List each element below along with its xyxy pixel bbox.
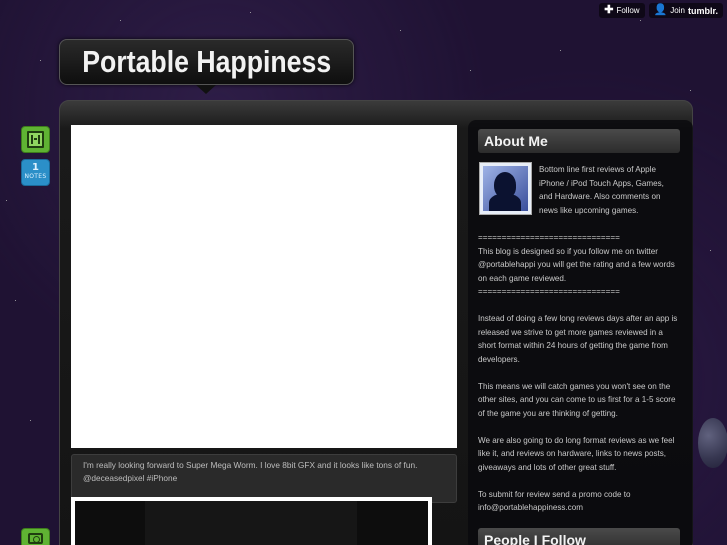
photo-post-badge[interactable] [21,528,50,545]
caption-tags[interactable]: @deceasedpixel #iPhone [83,472,445,485]
divider-bottom: ============================== [478,287,620,296]
space-rock-decoration [698,418,727,468]
people-i-follow-heading: People I Follow [478,528,680,545]
photo-post-image[interactable] [71,497,432,545]
follow-label: Follow [616,6,640,15]
camera-icon [28,533,43,544]
video-player[interactable] [71,125,457,448]
film-icon [27,131,44,148]
join-label: Join [670,6,685,15]
about-intro: Bottom line first reviews of Apple iPhon… [539,165,664,215]
plus-icon: ✚ [604,4,614,16]
video-post-badge[interactable] [21,126,50,153]
notes-count: 1 [32,162,39,173]
title-pointer [196,85,216,94]
notes-badge[interactable]: 1 NOTES [21,159,50,186]
notes-label: NOTES [24,173,47,180]
twitter-note: This blog is designed so if you follow m… [478,246,675,283]
about-body: ============================== This blog… [478,231,682,528]
avatar [479,162,532,215]
about-paragraph: We are also going to do long format revi… [478,435,675,472]
about-paragraph: Instead of doing a few long reviews days… [478,314,678,364]
join-tumblr-button[interactable]: 👤 Join tumblr. [648,3,723,18]
follow-button[interactable]: ✚ Follow [599,3,645,18]
submit-note: To submit for review send a promo code t… [478,489,631,513]
about-me-heading: About Me [478,129,680,153]
post-caption: I'm really looking forward to Super Mega… [71,454,457,503]
tumblr-brand: tumblr. [687,5,718,16]
caption-text: I'm really looking forward to Super Mega… [83,460,418,470]
tumblr-controls: ✚ Follow 👤 Join tumblr. [599,3,723,18]
person-icon: 👤 [653,4,668,16]
divider-top: ============================== [478,233,620,242]
blog-title-box[interactable]: Portable Happiness [59,39,354,85]
about-paragraph: This means we will catch games you won't… [478,381,676,418]
blog-title[interactable]: Portable Happiness [82,44,331,80]
